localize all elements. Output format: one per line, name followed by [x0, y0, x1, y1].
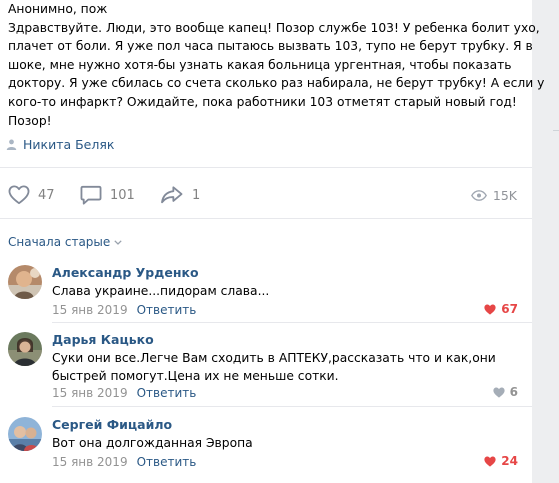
heart-icon — [8, 185, 30, 205]
share-button[interactable]: 1 — [160, 178, 200, 212]
comment-item: Дарья Кацько Суки они все.Легче Вам сход… — [0, 326, 532, 402]
comments-count: 101 — [110, 187, 135, 203]
divider — [52, 322, 532, 323]
comment-meta: 15 янв 2019 Ответить — [52, 455, 196, 469]
comment-likes-count: 67 — [501, 302, 518, 316]
comment-text: Вот она долгожданная Эвропа — [52, 434, 253, 452]
comment-like-button[interactable]: 24 — [484, 454, 518, 468]
heart-icon — [484, 304, 496, 315]
comment-author[interactable]: Сергей Фицайло — [52, 417, 172, 432]
comment-date[interactable]: 15 янв 2019 — [52, 386, 128, 400]
comment-text: Суки они все.Легче Вам сходить в АПТЕКУ,… — [52, 349, 496, 385]
divider — [52, 406, 532, 407]
comment-line: быстрей помогут.Цена их не меньше сотки. — [52, 369, 339, 383]
eye-icon — [470, 189, 487, 201]
comment-author[interactable]: Александр Урденко — [52, 265, 199, 280]
comment-line: Суки они все.Легче Вам сходить в АПТЕКУ,… — [52, 351, 496, 365]
heart-icon — [484, 456, 496, 467]
comment-meta: 15 янв 2019 Ответить — [52, 386, 196, 400]
divider — [0, 218, 532, 219]
signature-name[interactable]: Никита Беляк — [23, 137, 114, 152]
person-icon — [6, 139, 17, 150]
views-count: 15K — [492, 187, 517, 203]
chevron-down-icon — [114, 239, 122, 245]
post-line: шоке, мне нужно хотя-бы узнать какая бол… — [8, 57, 512, 72]
comment-button[interactable]: 101 — [80, 178, 135, 212]
comment-date[interactable]: 15 янв 2019 — [52, 303, 128, 317]
comment-item: Александр Урденко Слава украине...пидора… — [0, 259, 532, 319]
post-line: Здравствуйте. Люди, это вообще капец! По… — [8, 20, 540, 35]
comment-meta: 15 янв 2019 Ответить — [52, 303, 196, 317]
like-button[interactable]: 47 — [8, 178, 55, 212]
comment-line: Вот она долгожданная Эвропа — [52, 436, 253, 450]
share-icon — [161, 186, 183, 204]
avatar[interactable] — [8, 417, 42, 451]
avatar[interactable] — [8, 332, 42, 366]
post-actions-bar: 47 101 1 15K — [0, 178, 532, 212]
comment-likes-count: 6 — [509, 385, 518, 399]
post-line: Позор! — [8, 113, 52, 128]
reply-link[interactable]: Ответить — [137, 386, 197, 400]
shares-count: 1 — [192, 187, 201, 203]
post-line: плачет от боли. Я уже пол часа пытаюсь в… — [8, 39, 533, 54]
post-signature[interactable]: Никита Беляк — [6, 136, 114, 152]
likes-count: 47 — [38, 187, 55, 203]
comments-sort-dropdown[interactable]: Сначала старые — [8, 235, 122, 249]
post-line: доктору. Я уже сбилась со счета сколько … — [8, 76, 545, 91]
comment-likes-count: 24 — [501, 454, 518, 468]
views-counter: 15K — [470, 178, 517, 212]
post-line: кого-то инфаркт? Ожидайте, пока работник… — [8, 94, 517, 109]
comment-text: Слава украине...пидорам слава... — [52, 282, 269, 300]
divider — [0, 167, 532, 168]
comment-line: Слава украине...пидорам слава... — [52, 284, 270, 298]
comment-icon — [80, 185, 102, 205]
heart-icon — [493, 387, 505, 398]
comment-date[interactable]: 15 янв 2019 — [52, 455, 128, 469]
reply-link[interactable]: Ответить — [137, 455, 197, 469]
reply-link[interactable]: Ответить — [137, 303, 197, 317]
post-text: Анонимно, пож Здравствуйте. Люди, это во… — [8, 0, 545, 130]
comment-like-button[interactable]: 6 — [493, 385, 518, 399]
comment-author[interactable]: Дарья Кацько — [52, 332, 154, 347]
page-background-strip — [532, 0, 559, 483]
comment-like-button[interactable]: 67 — [484, 302, 518, 316]
post-line: Анонимно, пож — [8, 2, 108, 16]
comment-item: Сергей Фицайло Вот она долгожданная Эвро… — [0, 411, 532, 475]
avatar[interactable] — [8, 265, 42, 299]
sort-label: Сначала старые — [8, 235, 111, 249]
wall-post-card: Анонимно, пож Здравствуйте. Люди, это во… — [0, 0, 545, 483]
scrollbar-tick — [553, 130, 559, 131]
